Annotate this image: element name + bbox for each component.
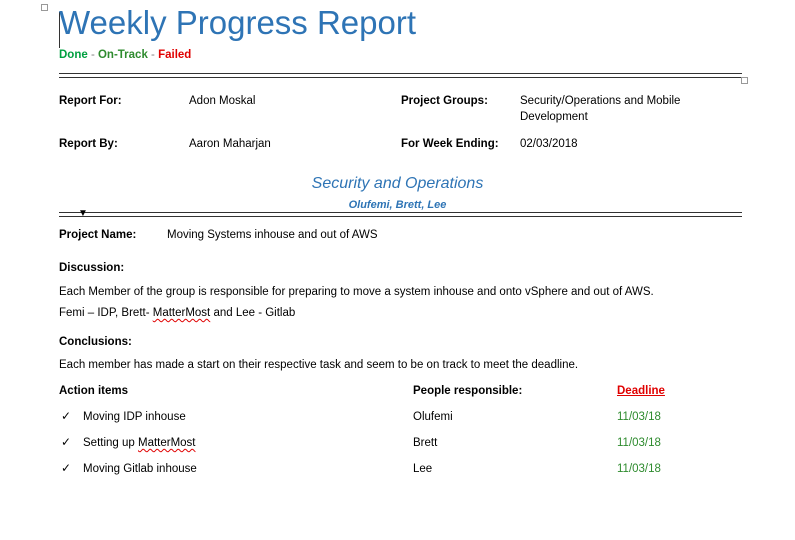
- check-icon: ✓: [61, 435, 72, 449]
- discussion-line-2: Femi – IDP, Brett- MatterMost and Lee - …: [59, 307, 295, 319]
- text-box-handle[interactable]: [41, 4, 48, 11]
- legend-separator: -: [87, 49, 98, 61]
- spelling-flagged-word[interactable]: MatterMost: [138, 437, 196, 449]
- action-item: Moving Gitlab inhouse: [83, 463, 197, 475]
- action-deadline: 11/03/18: [617, 411, 661, 423]
- report-title: Weekly Progress Report: [59, 4, 417, 41]
- table-move-marker[interactable]: ▼: [78, 209, 88, 219]
- discussion-text: and Lee - Gitlab: [210, 307, 296, 319]
- discussion-heading: Discussion:: [59, 262, 125, 274]
- discussion-text: Femi – IDP, Brett-: [59, 307, 153, 319]
- report-for-value: Adon Moskal: [189, 95, 256, 107]
- spelling-flagged-word[interactable]: MatterMost: [153, 307, 211, 319]
- legend-failed: Failed: [158, 49, 192, 61]
- conclusions-text: Each member has made a start on their re…: [59, 359, 579, 371]
- action-item: Setting up MatterMost: [83, 437, 196, 449]
- legend-on-track: On-Track: [97, 49, 148, 61]
- status-legend: Done - On-Track - Failed: [59, 49, 191, 61]
- project-name-label: Project Name:: [59, 229, 137, 241]
- section-members: Olufemi, Brett, Lee: [348, 199, 447, 211]
- report-for-label: Report For:: [59, 95, 122, 107]
- action-item: Moving IDP inhouse: [83, 411, 186, 423]
- report-by-label: Report By:: [59, 138, 118, 150]
- project-name-value: Moving Systems inhouse and out of AWS: [167, 229, 378, 241]
- section-divider: [59, 212, 742, 217]
- action-person: Brett: [413, 437, 438, 449]
- people-responsible-header: People responsible:: [413, 385, 523, 397]
- deadline-header: Deadline: [617, 385, 665, 397]
- action-deadline: 11/03/18: [617, 463, 661, 475]
- section-title: Security and Operations: [311, 175, 484, 192]
- week-ending-value: 02/03/2018: [520, 138, 578, 150]
- action-person: Olufemi: [413, 411, 453, 423]
- header-divider: [59, 73, 742, 78]
- legend-separator: -: [147, 49, 159, 61]
- conclusions-heading: Conclusions:: [59, 336, 132, 348]
- check-icon: ✓: [61, 461, 72, 475]
- table-resize-handle[interactable]: [741, 77, 748, 84]
- check-icon: ✓: [61, 409, 72, 423]
- action-deadline: 11/03/18: [617, 437, 661, 449]
- action-items-header: Action items: [59, 385, 129, 397]
- project-groups-value: Security/Operations and Mobile Developme…: [520, 95, 681, 123]
- action-item-text: Setting up: [83, 437, 138, 449]
- action-person: Lee: [413, 463, 433, 475]
- week-ending-label: For Week Ending:: [401, 138, 499, 150]
- discussion-line-1: Each Member of the group is responsible …: [59, 286, 654, 298]
- report-by-value: Aaron Maharjan: [189, 138, 271, 150]
- legend-done: Done: [59, 49, 88, 61]
- project-groups-label: Project Groups:: [401, 95, 488, 107]
